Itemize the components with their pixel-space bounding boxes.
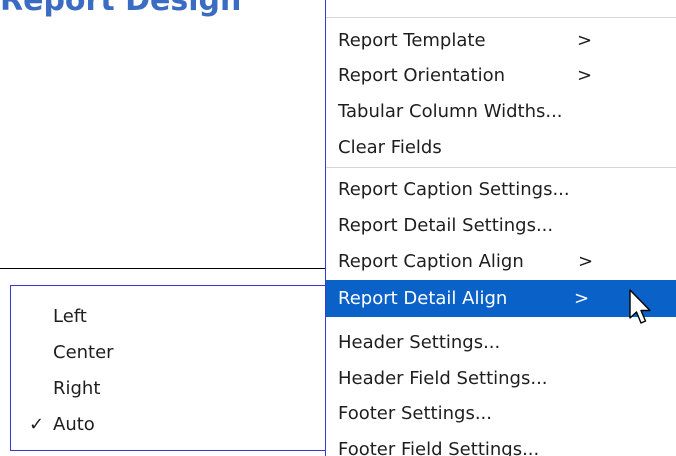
background-divider-line xyxy=(0,268,326,269)
menu-item-report-detail-settings[interactable]: Report Detail Settings... xyxy=(326,207,676,244)
menu-item-label: Report Orientation xyxy=(338,65,506,86)
menu-item-label: Footer Field Settings... xyxy=(338,439,540,456)
menu-item-report-caption-settings[interactable]: Report Caption Settings... xyxy=(326,171,676,208)
submenu-item-label: Center xyxy=(53,342,114,363)
submenu-arrow-icon: > xyxy=(578,251,594,272)
menu-separator xyxy=(326,17,676,18)
menu-item-label: Report Detail Align xyxy=(338,288,508,309)
submenu-arrow-icon: > xyxy=(577,65,593,86)
submenu-item-left[interactable]: Left xyxy=(11,299,325,335)
menu-item-footer-field-settings[interactable]: Footer Field Settings... xyxy=(326,431,676,456)
menu-item-label: Tabular Column Widths... xyxy=(338,101,563,122)
submenu-item-center[interactable]: Center xyxy=(11,335,325,371)
menu-item-report-orientation[interactable]: Report Orientation > xyxy=(326,57,676,94)
screen: Report Design Report Template > Report O… xyxy=(0,0,676,456)
menu-item-label: Header Field Settings... xyxy=(338,368,548,389)
submenu-item-label: Right xyxy=(53,378,101,399)
menu-separator xyxy=(326,167,676,168)
context-menu: Report Template > Report Orientation > T… xyxy=(325,0,676,456)
menu-item-header-field-settings[interactable]: Header Field Settings... xyxy=(326,360,676,397)
menu-item-label: Header Settings... xyxy=(338,332,501,353)
checkmark-icon: ✓ xyxy=(29,414,45,435)
menu-item-clear-fields[interactable]: Clear Fields xyxy=(326,129,676,166)
submenu-item-label: Left xyxy=(53,306,87,327)
menu-item-report-detail-align[interactable]: Report Detail Align > xyxy=(326,280,676,317)
menu-item-report-template[interactable]: Report Template > xyxy=(326,22,676,59)
menu-item-label: Report Detail Settings... xyxy=(338,215,554,236)
submenu-item-label: Auto xyxy=(53,414,95,435)
menu-item-tabular-column-widths[interactable]: Tabular Column Widths... xyxy=(326,93,676,130)
menu-item-label: Clear Fields xyxy=(338,137,442,158)
menu-item-label: Report Caption Align xyxy=(338,251,524,272)
submenu-item-auto[interactable]: ✓ Auto xyxy=(11,407,325,443)
background-heading: Report Design xyxy=(0,0,242,18)
submenu-detail-align: Left Center Right ✓ Auto xyxy=(10,285,326,451)
menu-item-footer-settings[interactable]: Footer Settings... xyxy=(326,395,676,432)
menu-item-label: Footer Settings... xyxy=(338,403,492,424)
mouse-pointer-icon xyxy=(629,289,651,324)
submenu-arrow-icon: > xyxy=(577,30,593,51)
menu-item-label: Report Template xyxy=(338,30,486,51)
menu-item-label: Report Caption Settings... xyxy=(338,179,570,200)
menu-item-report-caption-align[interactable]: Report Caption Align > xyxy=(326,243,676,280)
menu-item-header-settings[interactable]: Header Settings... xyxy=(326,324,676,361)
submenu-arrow-icon: > xyxy=(574,288,590,309)
submenu-item-right[interactable]: Right xyxy=(11,371,325,407)
